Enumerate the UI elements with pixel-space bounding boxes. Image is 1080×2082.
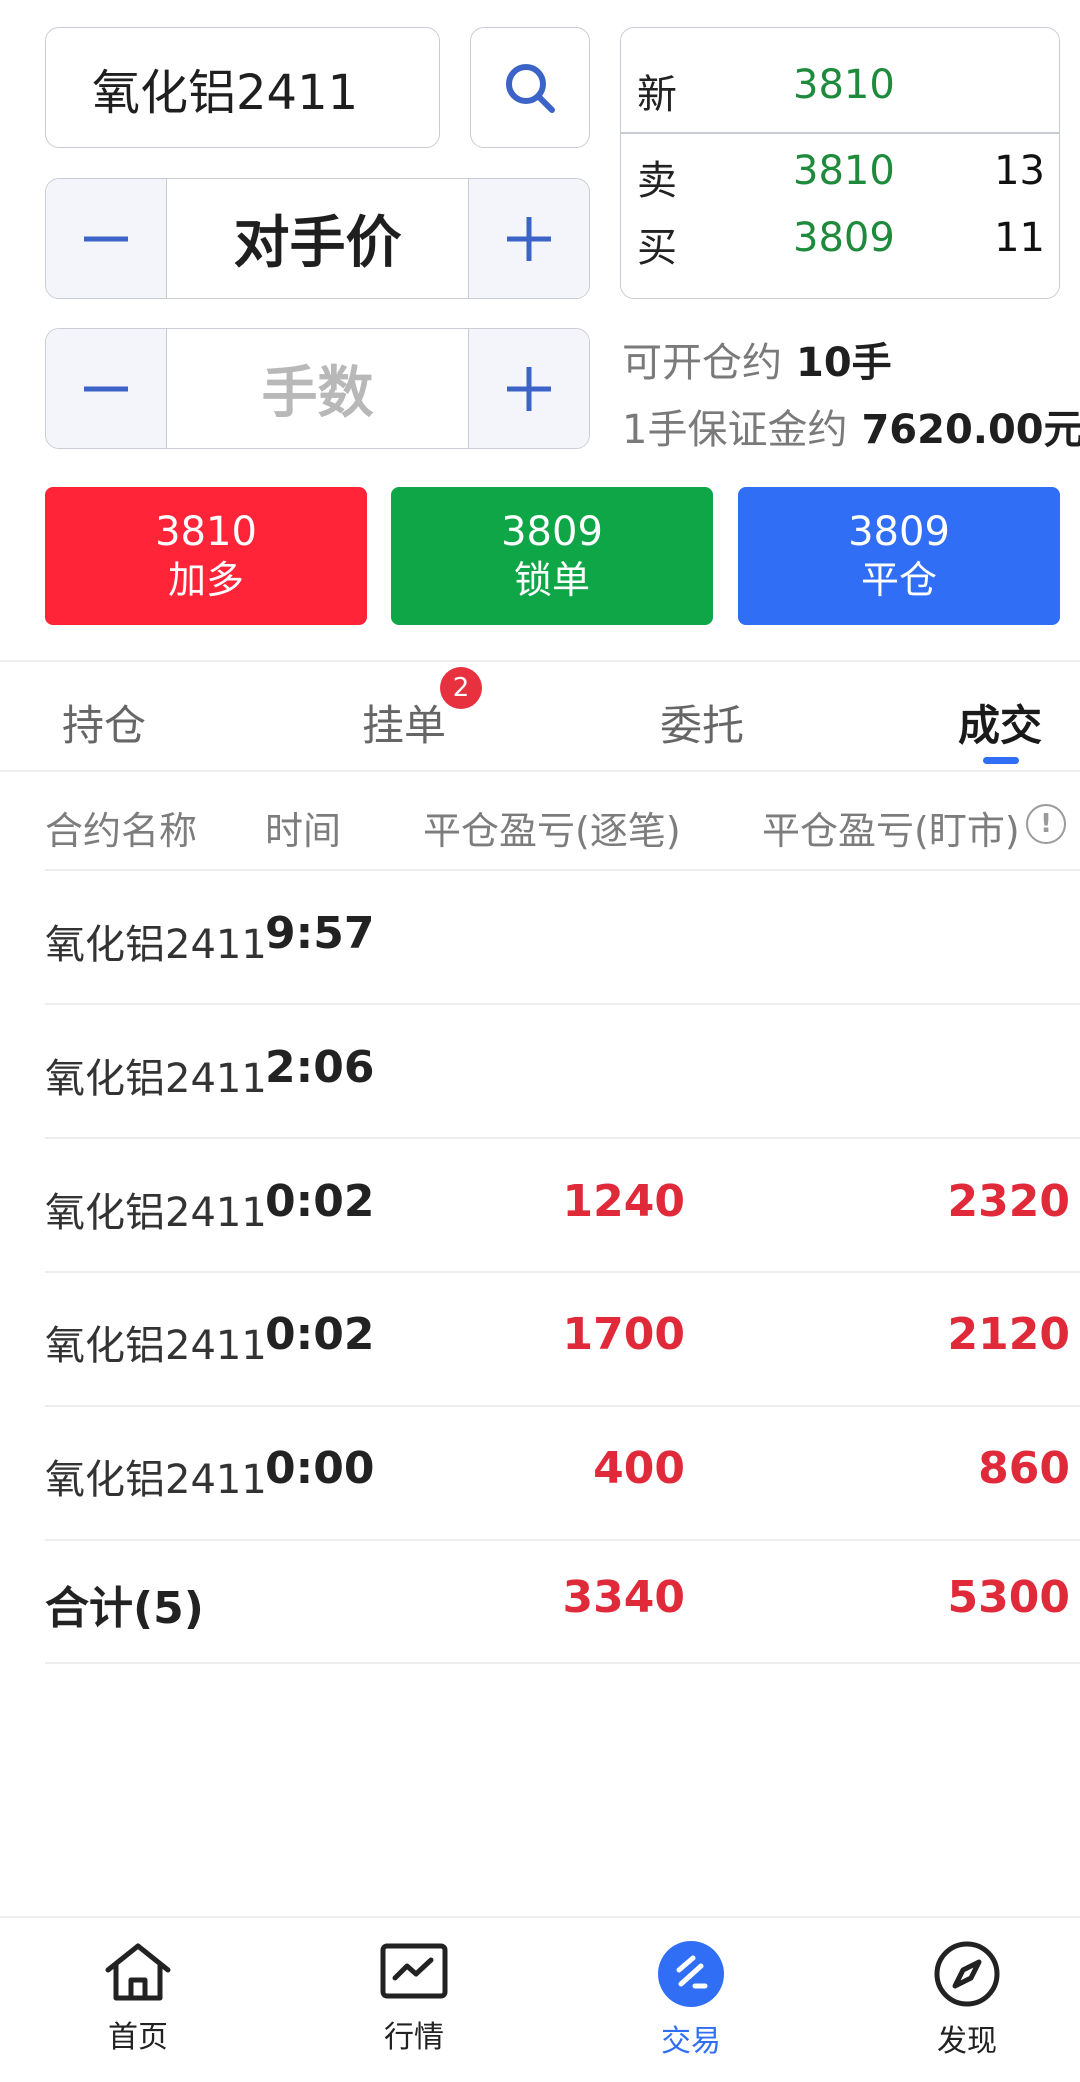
tab-pending-orders[interactable]: 挂单 [362,692,446,753]
minus-icon [84,236,128,241]
trade-icon [658,1941,724,2007]
add-long-button[interactable]: 3810 加多 [45,487,367,625]
search-icon [506,63,555,113]
can-open-info: 可开仓约 10手 [622,330,892,388]
cell-contract: 氧化铝2411 [45,922,267,968]
divider [0,770,1080,772]
cell-time: 0:00 [265,1443,375,1494]
close-position-button[interactable]: 3809 平仓 [738,487,1060,625]
nav-market-label: 行情 [384,2020,444,2055]
minus-icon [84,386,128,391]
row-divider [45,1003,1080,1005]
info-circle-icon[interactable]: ! [1026,804,1066,844]
price-decrease-button[interactable] [46,179,167,298]
tab-positions[interactable]: 持仓 [62,692,146,753]
contract-name: 氧化铝2411 [92,64,359,121]
compass-icon [934,1941,1000,2007]
cell-pnl-mark: 2320 [947,1176,1070,1227]
cell-time: 9:57 [265,908,375,959]
margin-info: 1手保证金约 7620.00元 [622,397,1080,455]
nav-trade[interactable]: 交易 [611,1940,771,2060]
quantity-input[interactable]: 手数 [167,329,468,448]
price-stepper: 对手价 [45,178,590,299]
cell-pnl-trade: 400 [593,1443,685,1494]
margin-value: 7620.00元 [861,407,1080,453]
quote-last-price: 3810 [793,62,895,108]
home-icon [105,1943,171,2001]
quote-ask-volume: 13 [994,148,1045,194]
quote-ask-label: 卖 [637,158,677,204]
divider [0,660,1080,662]
can-open-label: 可开仓约 [622,340,782,386]
plus-icon [507,216,551,261]
active-tab-indicator [983,757,1019,764]
quantity-stepper: 手数 [45,328,590,449]
nav-discover-label: 发现 [937,2024,997,2059]
header-time: 时间 [265,809,342,853]
cell-pnl-mark: 2120 [947,1309,1070,1360]
cell-pnl-trade: 1700 [562,1309,685,1360]
header-pnl-trade: 平仓盈亏(逐笔) [423,809,681,853]
can-open-value: 10手 [796,340,892,386]
cell-contract: 氧化铝2411 [45,1457,267,1503]
row-divider [45,1405,1080,1407]
total-label: 合计(5) [45,1583,204,1634]
cell-time: 2:06 [265,1042,375,1093]
tab-orders[interactable]: 委托 [660,692,744,753]
row-divider [45,869,1080,871]
quote-last-label: 新 [637,72,677,118]
cell-contract: 氧化铝2411 [45,1190,267,1236]
lock-label: 锁单 [513,558,590,603]
total-pnl-mark: 5300 [947,1572,1070,1623]
close-position-label: 平仓 [860,558,937,603]
quote-divider [621,132,1059,134]
quote-card: 新 3810 卖 3810 13 买 3809 11 [620,27,1060,299]
lock-button[interactable]: 3809 锁单 [391,487,713,625]
plus-icon [507,366,551,411]
cell-time: 0:02 [265,1309,375,1360]
cell-contract: 氧化铝2411 [45,1056,267,1102]
margin-label: 1手保证金约 [622,407,848,453]
nav-trade-label: 交易 [661,2024,721,2059]
close-position-price: 3809 [848,509,950,556]
quote-ask-row: 卖 3810 13 [621,148,1059,208]
price-mode-value[interactable]: 对手价 [167,179,468,298]
quote-bid-price: 3809 [793,215,895,261]
nav-home[interactable]: 首页 [58,1940,218,2056]
cell-time: 0:02 [265,1176,375,1227]
quote-bid-label: 买 [637,225,677,271]
cell-pnl-trade: 1240 [562,1176,685,1227]
quote-last-row: 新 3810 [621,62,1059,122]
quote-ask-price: 3810 [793,148,895,194]
header-contract: 合约名称 [45,809,198,853]
nav-divider [0,1916,1080,1918]
add-long-label: 加多 [167,558,244,603]
cell-contract: 氧化铝2411 [45,1323,267,1369]
nav-home-label: 首页 [108,2020,168,2055]
nav-market[interactable]: 行情 [334,1940,494,2056]
row-divider [45,1662,1080,1664]
quote-bid-volume: 11 [994,215,1045,261]
header-pnl-mark: 平仓盈亏(盯市) [762,809,1020,853]
tab-trades[interactable]: 成交 [958,692,1042,753]
price-increase-button[interactable] [468,179,589,298]
row-divider [45,1539,1080,1541]
contract-selector[interactable]: 氧化铝2411 [45,27,440,148]
quantity-increase-button[interactable] [468,329,589,448]
quote-bid-row: 买 3809 11 [621,215,1059,275]
row-divider [45,1271,1080,1273]
add-long-price: 3810 [155,509,257,556]
cell-pnl-mark: 860 [978,1443,1070,1494]
search-button[interactable] [470,27,590,148]
pending-count-badge: 2 [440,667,482,709]
quantity-decrease-button[interactable] [46,329,167,448]
nav-discover[interactable]: 发现 [887,1940,1047,2060]
total-pnl-trade: 3340 [562,1572,685,1623]
chart-icon [380,1943,448,1999]
row-divider [45,1137,1080,1139]
lock-price: 3809 [501,509,603,556]
